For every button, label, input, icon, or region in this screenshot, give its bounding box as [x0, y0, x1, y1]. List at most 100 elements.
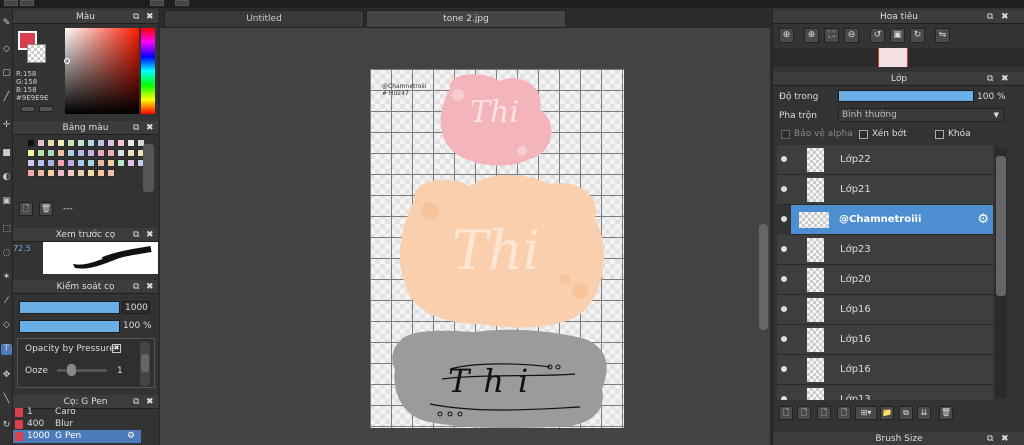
float-icon[interactable]: ⧉ [133, 121, 139, 135]
menu-button-2[interactable] [20, 0, 34, 6]
ooze-slider-track[interactable] [57, 369, 107, 372]
delete-layer-icon[interactable]: 🗑 [939, 406, 953, 420]
palette-swatch[interactable] [57, 169, 65, 177]
rotate-left-icon[interactable]: ↺ [870, 28, 885, 43]
visibility-eye-icon[interactable] [781, 396, 787, 400]
protect-alpha-checkbox[interactable] [781, 130, 790, 139]
float-icon[interactable]: ⧉ [987, 72, 993, 86]
float-icon[interactable]: ⧉ [987, 10, 993, 24]
zoom-out-magnifier-icon[interactable]: ⊕ [804, 28, 819, 43]
brush-list-item[interactable]: 1000 G Pen ⚙ [13, 430, 141, 443]
menu-button-1[interactable] [4, 0, 18, 6]
pen-tool-icon[interactable]: ✎ [1, 18, 12, 29]
palette-swatch[interactable] [117, 159, 125, 167]
fit-window-icon[interactable]: ⛶ [824, 28, 839, 43]
float-icon[interactable]: ⧉ [987, 432, 993, 445]
dot-tool-icon[interactable]: ▢ [1, 68, 12, 79]
hand-tool-icon[interactable]: ✥ [1, 370, 12, 381]
visibility-eye-icon[interactable] [781, 246, 787, 252]
menu-button-4[interactable] [175, 0, 189, 6]
navigator-preview[interactable] [773, 48, 1024, 67]
canvas-vertical-scrollbar[interactable] [756, 30, 770, 445]
eyedropper-tool-icon[interactable]: ⁄ [1, 296, 12, 307]
palette-swatch[interactable] [97, 169, 105, 177]
color-picker-cursor[interactable] [64, 58, 70, 64]
canvas-viewport[interactable]: @Chamnetroiii # Hữ247 Thi Thi Thi [160, 28, 770, 445]
float-icon[interactable]: ⧉ [133, 280, 139, 294]
lock-checkbox[interactable] [935, 130, 944, 139]
float-icon[interactable]: ⧉ [133, 228, 139, 242]
blend-mode-select[interactable]: Bình thường ▼ [838, 108, 1004, 122]
layer-row[interactable]: Lớp23 [777, 235, 993, 265]
duplicate-layer-icon[interactable]: ⧉ [899, 406, 913, 420]
new-layer-menu-icon[interactable]: ⊞▾ [855, 406, 877, 420]
palette-swatch[interactable] [87, 169, 95, 177]
saturation-value-picker[interactable] [65, 28, 139, 114]
brush-opacity-slider[interactable] [19, 320, 120, 333]
visibility-eye-icon[interactable] [781, 156, 787, 162]
secondary-color-swatch[interactable] [27, 44, 46, 63]
layer-row[interactable]: Lớp16 [777, 325, 993, 355]
merge-layer-icon[interactable]: ⇊ [917, 406, 931, 420]
float-icon[interactable]: ⧉ [133, 10, 139, 24]
navigator-viewport-frame[interactable] [878, 48, 908, 67]
rotate-right-icon[interactable]: ↻ [910, 28, 925, 43]
palette-swatch[interactable] [37, 139, 45, 147]
layer-row[interactable]: @Chamnetroiii ⚙ [781, 205, 993, 235]
close-icon[interactable]: ✖ [1001, 10, 1009, 24]
new-layer-icon[interactable]: 🗋 [779, 406, 793, 420]
palette-swatch[interactable] [47, 159, 55, 167]
tab-untitled[interactable]: Untitled [164, 10, 364, 28]
brush-options-scrollbar[interactable] [140, 342, 150, 386]
palette-swatch[interactable] [67, 139, 75, 147]
layer-list-scrollbar[interactable] [995, 148, 1007, 398]
palette-swatch[interactable] [77, 159, 85, 167]
close-icon[interactable]: ✖ [146, 228, 154, 242]
visibility-eye-icon[interactable] [781, 186, 787, 192]
palette-swatch[interactable] [117, 139, 125, 147]
select-tool-icon[interactable]: ⬚ [1, 224, 12, 235]
layer-row[interactable]: Lớp16 [777, 355, 993, 385]
gear-icon[interactable]: ⚙ [977, 205, 989, 235]
palette-swatch[interactable] [127, 139, 135, 147]
clipping-checkbox[interactable] [859, 130, 868, 139]
magic-wand-tool-icon[interactable]: ✶ [1, 272, 12, 283]
palette-swatch[interactable] [127, 159, 135, 167]
palette-swatch[interactable] [27, 139, 35, 147]
palette-swatch[interactable] [47, 139, 55, 147]
move-tool-icon[interactable]: ✛ [1, 120, 12, 131]
folder-icon[interactable]: 📁 [880, 406, 894, 420]
zoom-out-icon[interactable]: ⊖ [844, 28, 859, 43]
layer-row[interactable]: Lớp13 [777, 385, 993, 400]
ruler-tool-icon[interactable]: ╲ [1, 394, 12, 405]
close-icon[interactable]: ✖ [146, 10, 154, 24]
fill-rect-tool-icon[interactable]: ■ [1, 148, 12, 159]
palette-swatch[interactable] [57, 139, 65, 147]
tab-tone-2[interactable]: tone 2.jpg [366, 10, 566, 28]
palette-swatch[interactable] [47, 149, 55, 157]
layer-opacity-slider[interactable] [838, 90, 974, 102]
select-eraser-tool-icon[interactable]: ◇ [1, 320, 12, 331]
palette-swatch[interactable] [67, 149, 75, 157]
palette-swatch[interactable] [27, 169, 35, 177]
palette-swatch[interactable] [107, 169, 115, 177]
layer-row[interactable]: Lớp22 [777, 145, 993, 175]
flip-horizontal-icon[interactable]: ⇋ [935, 28, 950, 43]
palette-scrollbar[interactable] [143, 144, 154, 192]
palette-swatch[interactable] [87, 159, 95, 167]
palette-swatch[interactable] [97, 139, 105, 147]
lasso-tool-icon[interactable]: ◌ [1, 248, 12, 259]
eraser-tool-icon[interactable]: ◇ [1, 44, 12, 55]
palette-swatch[interactable] [77, 139, 85, 147]
palette-swatch[interactable] [97, 149, 105, 157]
palette-swatch[interactable] [37, 169, 45, 177]
brush-options-scroll-thumb[interactable] [141, 354, 149, 372]
text-tool-icon[interactable]: T [1, 344, 12, 355]
palette-swatch[interactable] [77, 149, 85, 157]
menu-button-3[interactable] [150, 0, 164, 6]
visibility-eye-icon[interactable] [781, 276, 787, 282]
close-icon[interactable]: ✖ [1001, 72, 1009, 86]
reset-view-icon[interactable]: ▣ [890, 28, 905, 43]
hue-slider[interactable] [141, 28, 155, 114]
layer-list-scroll-thumb[interactable] [996, 156, 1006, 296]
